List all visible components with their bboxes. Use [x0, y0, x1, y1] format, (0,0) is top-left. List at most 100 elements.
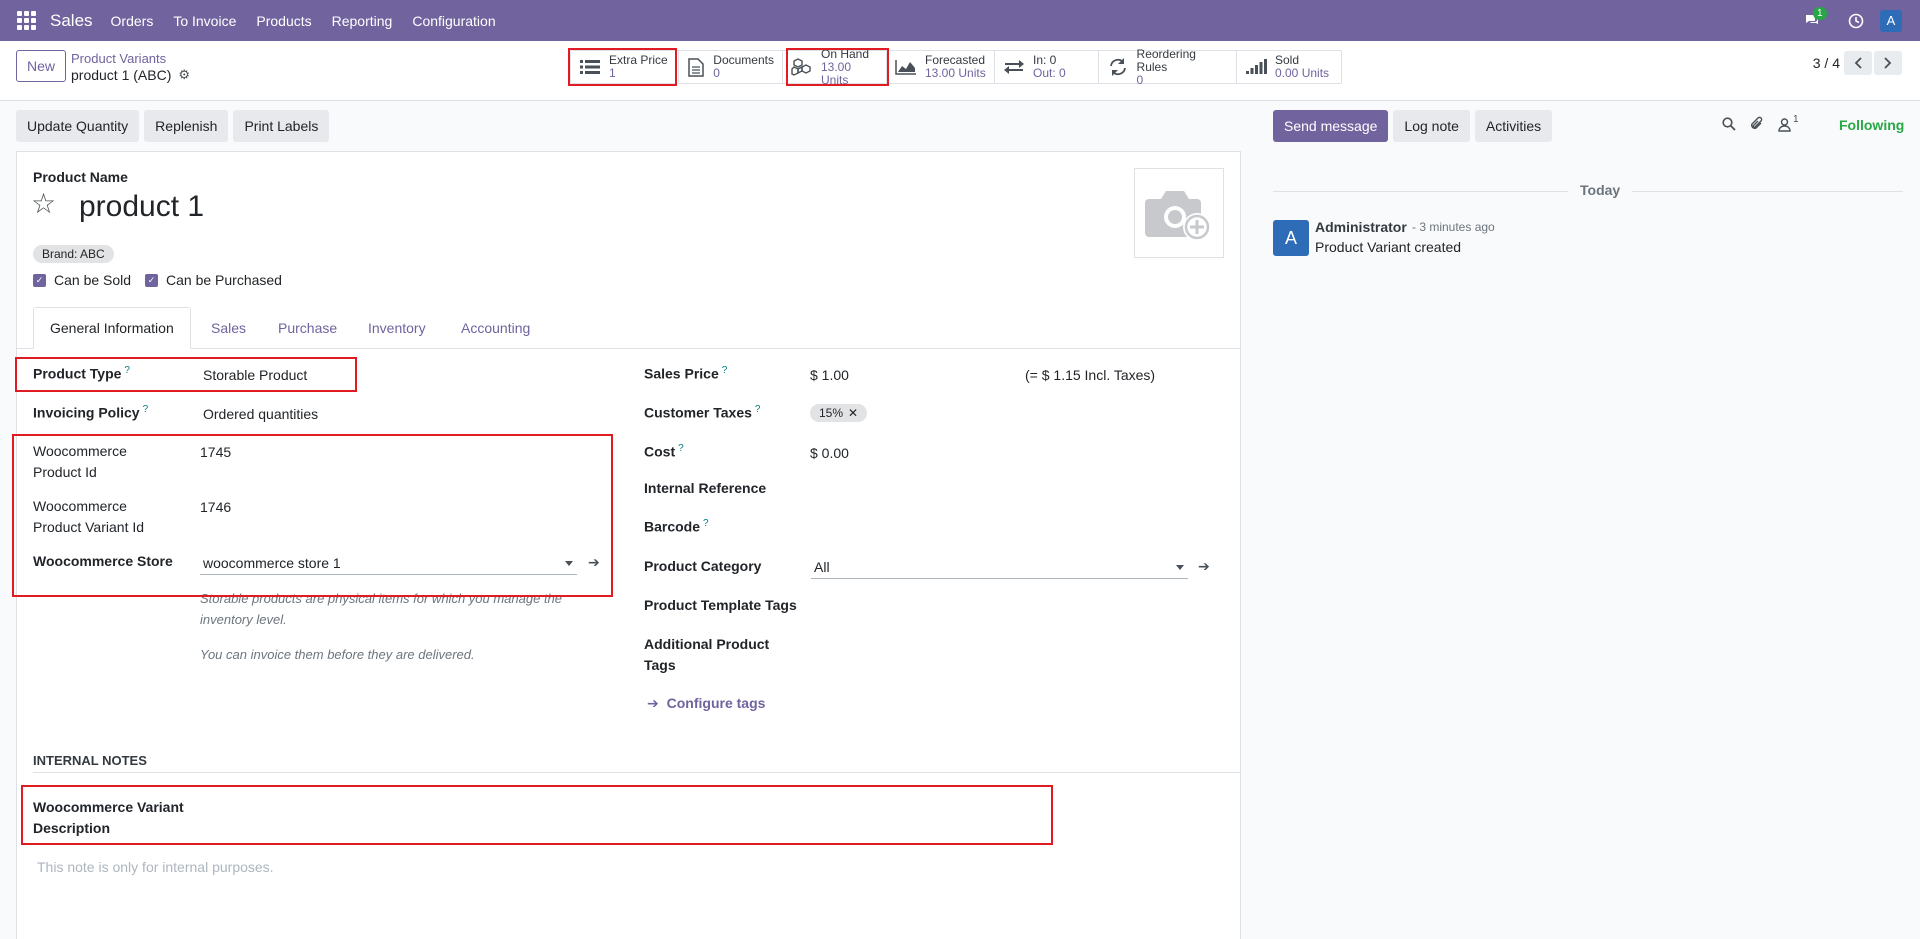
signal-icon: [1245, 57, 1267, 77]
chatter-actions: Send message Log note Activities: [1273, 110, 1553, 142]
product-type-field[interactable]: Storable Product: [203, 367, 307, 383]
brand-tag: Brand: ABC: [33, 245, 114, 263]
product-image-upload[interactable]: [1134, 168, 1224, 258]
tab-sales[interactable]: Sales: [211, 307, 246, 349]
additional-product-tags-label: Additional Product Tags: [644, 636, 770, 673]
menu-to-invoice[interactable]: To Invoice: [163, 13, 246, 29]
invoicing-policy-field[interactable]: Ordered quantities: [203, 406, 318, 422]
tab-inventory[interactable]: Inventory: [368, 307, 426, 349]
send-message-button[interactable]: Send message: [1273, 110, 1389, 142]
main-menu: Orders To Invoice Products Reporting Con…: [101, 13, 506, 29]
previous-record-button[interactable]: [1844, 51, 1872, 75]
product-name-field[interactable]: product 1: [79, 190, 204, 224]
internal-link-arrow-icon[interactable]: ➔: [1198, 558, 1210, 575]
next-record-button[interactable]: [1874, 51, 1902, 75]
following-button[interactable]: Following: [1839, 117, 1904, 133]
app-name[interactable]: Sales: [50, 11, 93, 31]
pager-buttons: [1844, 51, 1902, 75]
favorite-star-icon[interactable]: ☆: [31, 190, 56, 218]
chatter-icons: 1: [1722, 114, 1799, 134]
can-be-purchased-checkbox[interactable]: ✓ Can be Purchased: [145, 272, 282, 288]
user-avatar[interactable]: A: [1880, 9, 1902, 32]
refresh-icon: [1107, 57, 1129, 77]
replenish-button[interactable]: Replenish: [144, 110, 229, 142]
menu-configuration[interactable]: Configuration: [402, 13, 505, 29]
cubes-icon: [791, 57, 813, 77]
sales-price-field[interactable]: $ 1.00: [810, 367, 849, 383]
woo-variant-id-field[interactable]: 1746: [200, 499, 231, 515]
product-category-label: Product Category: [644, 558, 762, 574]
top-navbar: Sales Orders To Invoice Products Reporti…: [0, 0, 1920, 41]
followers-count: 1: [1793, 114, 1799, 125]
gear-icon[interactable]: ⚙: [178, 67, 190, 83]
apps-menu-icon[interactable]: [17, 11, 37, 31]
dropdown-caret-icon: [1176, 565, 1184, 570]
customer-taxes-label: Customer Taxes?: [644, 404, 761, 421]
pager-value[interactable]: 3 / 4: [1813, 55, 1840, 71]
tab-accounting[interactable]: Accounting: [461, 307, 530, 349]
help-tooltip-icon[interactable]: ?: [755, 404, 761, 415]
search-icon[interactable]: [1722, 116, 1736, 134]
camera-plus-icon: [1145, 191, 1211, 241]
messaging-icon[interactable]: 1: [1790, 0, 1834, 41]
cost-label: Cost?: [644, 443, 684, 460]
invoicing-policy-label: Invoicing Policy?: [33, 404, 149, 421]
arrow-right-icon: ➔: [647, 695, 659, 711]
record-name-text: product 1 (ABC): [71, 67, 172, 83]
smart-button-extra-price[interactable]: Extra Price 1: [571, 51, 679, 83]
product-template-tags-label: Product Template Tags: [644, 597, 797, 613]
internal-link-arrow-icon[interactable]: ➔: [588, 554, 600, 571]
help-tooltip-icon[interactable]: ?: [703, 518, 709, 529]
message-author[interactable]: Administrator: [1315, 219, 1407, 235]
paperclip-icon[interactable]: [1750, 116, 1764, 134]
woo-store-select[interactable]: woocommerce store 1: [200, 551, 577, 575]
log-note-button[interactable]: Log note: [1393, 110, 1470, 142]
help-tooltip-icon[interactable]: ?: [143, 404, 149, 415]
smart-button-sold[interactable]: Sold 0.00 Units: [1237, 51, 1341, 83]
help-tooltip-icon[interactable]: ?: [722, 365, 728, 376]
message-count-badge: 1: [1813, 7, 1827, 20]
tab-general-information[interactable]: General Information: [33, 307, 191, 349]
help-tooltip-icon[interactable]: ?: [124, 365, 130, 376]
activity-clock-icon[interactable]: [1834, 0, 1878, 41]
sales-price-label: Sales Price?: [644, 365, 728, 382]
breadcrumb[interactable]: Product Variants: [71, 51, 166, 66]
form-sheet: Product Name ☆ product 1 Brand: ABC ✓ Ca…: [16, 151, 1241, 939]
woo-variant-id-label: Woocommerce Product Variant Id: [33, 498, 145, 535]
smart-button-reordering-rules[interactable]: Reordering Rules 0: [1099, 47, 1237, 86]
remove-tag-icon[interactable]: ✕: [848, 406, 858, 420]
menu-products[interactable]: Products: [246, 13, 321, 29]
print-labels-button[interactable]: Print Labels: [233, 110, 330, 142]
tab-purchase[interactable]: Purchase: [278, 307, 337, 349]
systray: 1 A: [1790, 0, 1920, 41]
smart-button-documents[interactable]: Documents 0: [679, 51, 783, 83]
message-author-avatar[interactable]: A: [1273, 220, 1309, 256]
smart-button-in-out[interactable]: In: 0 Out: 0: [995, 51, 1099, 83]
internal-notes-title: INTERNAL NOTES: [33, 753, 147, 768]
price-incl-taxes: (= $ 1.15 Incl. Taxes): [1025, 367, 1156, 383]
menu-orders[interactable]: Orders: [101, 13, 164, 29]
woo-store-value: woocommerce store 1: [203, 554, 341, 571]
message-body: Product Variant created: [1315, 239, 1462, 255]
cost-field[interactable]: $ 0.00: [810, 445, 849, 461]
new-button[interactable]: New: [16, 50, 66, 82]
message-time: - 3 minutes ago: [1412, 220, 1495, 234]
help-tooltip-icon[interactable]: ?: [678, 443, 684, 454]
menu-reporting[interactable]: Reporting: [322, 13, 403, 29]
internal-reference-label: Internal Reference: [644, 480, 767, 496]
can-be-sold-checkbox[interactable]: ✓ Can be Sold: [33, 272, 131, 288]
document-icon: [687, 57, 705, 77]
list-icon: [579, 57, 601, 77]
product-category-select[interactable]: All: [811, 555, 1188, 579]
date-separator-label: Today: [1568, 182, 1633, 198]
product-type-help: Storable products are physical items for…: [200, 591, 563, 627]
internal-note-field[interactable]: This note is only for internal purposes.: [37, 859, 274, 875]
area-chart-icon: [895, 57, 917, 77]
update-quantity-button[interactable]: Update Quantity: [16, 110, 140, 142]
configure-tags-link[interactable]: ➔ Configure tags: [647, 695, 765, 712]
activities-button[interactable]: Activities: [1474, 110, 1553, 142]
woo-product-id-field[interactable]: 1745: [200, 444, 231, 460]
followers-button[interactable]: 1: [1778, 114, 1799, 132]
smart-button-forecasted[interactable]: Forecasted 13.00 Units: [887, 51, 995, 83]
smart-button-on-hand[interactable]: On Hand 13.00 Units: [783, 47, 887, 86]
